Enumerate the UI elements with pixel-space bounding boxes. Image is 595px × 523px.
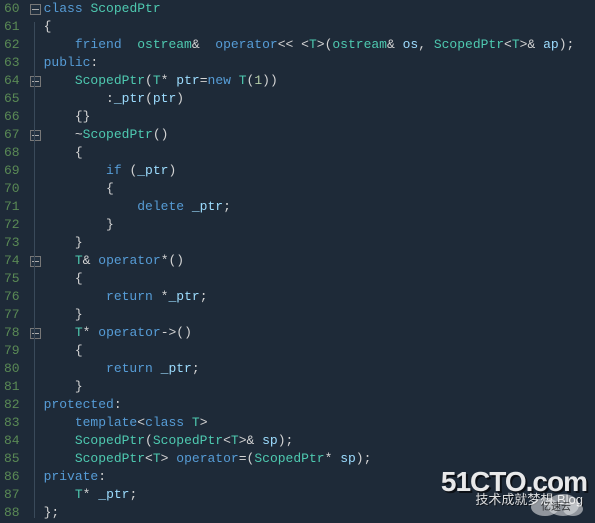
line-number: 87: [4, 486, 20, 504]
code-line[interactable]: T* operator->(): [44, 324, 595, 342]
code-line[interactable]: }: [44, 234, 595, 252]
code-editor[interactable]: 6061626364656667686970717273747576777879…: [0, 0, 595, 523]
code-line[interactable]: }: [44, 216, 595, 234]
line-number: 83: [4, 414, 20, 432]
code-line[interactable]: if (_ptr): [44, 162, 595, 180]
fold-toggle-icon[interactable]: [30, 328, 41, 339]
fold-guide-line: [34, 22, 35, 518]
fold-toggle-icon[interactable]: [30, 130, 41, 141]
code-line[interactable]: :_ptr(ptr): [44, 90, 595, 108]
line-number: 85: [4, 450, 20, 468]
code-area[interactable]: class ScopedPtr{ friend ostream& operato…: [42, 0, 595, 523]
code-line[interactable]: ~ScopedPtr(): [44, 126, 595, 144]
line-number: 69: [4, 162, 20, 180]
code-line[interactable]: class ScopedPtr: [44, 0, 595, 18]
line-number: 65: [4, 90, 20, 108]
line-number: 66: [4, 108, 20, 126]
line-number: 73: [4, 234, 20, 252]
line-number: 82: [4, 396, 20, 414]
fold-toggle-icon[interactable]: [30, 256, 41, 267]
line-number: 70: [4, 180, 20, 198]
code-line[interactable]: ScopedPtr(T* ptr=new T(1)): [44, 72, 595, 90]
code-line[interactable]: T* _ptr;: [44, 486, 595, 504]
code-line[interactable]: protected:: [44, 396, 595, 414]
line-number: 72: [4, 216, 20, 234]
code-line[interactable]: template<class T>: [44, 414, 595, 432]
line-number: 79: [4, 342, 20, 360]
code-line[interactable]: };: [44, 504, 595, 522]
code-line[interactable]: private:: [44, 468, 595, 486]
line-number: 68: [4, 144, 20, 162]
fold-toggle-icon[interactable]: [30, 76, 41, 87]
line-number: 86: [4, 468, 20, 486]
line-number: 80: [4, 360, 20, 378]
line-number-gutter: 6061626364656667686970717273747576777879…: [0, 0, 28, 523]
line-number: 64: [4, 72, 20, 90]
code-line[interactable]: {: [44, 342, 595, 360]
line-number: 88: [4, 504, 20, 522]
line-number: 60: [4, 0, 20, 18]
code-line[interactable]: delete _ptr;: [44, 198, 595, 216]
code-line[interactable]: }: [44, 306, 595, 324]
line-number: 74: [4, 252, 20, 270]
code-line[interactable]: {: [44, 18, 595, 36]
code-line[interactable]: T& operator*(): [44, 252, 595, 270]
code-line[interactable]: friend ostream& operator<< <T>(ostream& …: [44, 36, 595, 54]
line-number: 63: [4, 54, 20, 72]
code-line[interactable]: {: [44, 180, 595, 198]
code-line[interactable]: public:: [44, 54, 595, 72]
line-number: 76: [4, 288, 20, 306]
line-number: 75: [4, 270, 20, 288]
code-line[interactable]: }: [44, 378, 595, 396]
code-line[interactable]: ScopedPtr(ScopedPtr<T>& sp);: [44, 432, 595, 450]
code-line[interactable]: ScopedPtr<T> operator=(ScopedPtr* sp);: [44, 450, 595, 468]
line-number: 61: [4, 18, 20, 36]
code-line[interactable]: return _ptr;: [44, 360, 595, 378]
line-number: 84: [4, 432, 20, 450]
code-line[interactable]: {}: [44, 108, 595, 126]
code-line[interactable]: {: [44, 270, 595, 288]
fold-column[interactable]: [28, 0, 42, 523]
fold-toggle-icon[interactable]: [30, 4, 41, 15]
line-number: 78: [4, 324, 20, 342]
code-line[interactable]: {: [44, 144, 595, 162]
line-number: 67: [4, 126, 20, 144]
line-number: 62: [4, 36, 20, 54]
line-number: 77: [4, 306, 20, 324]
code-line[interactable]: return *_ptr;: [44, 288, 595, 306]
line-number: 81: [4, 378, 20, 396]
line-number: 71: [4, 198, 20, 216]
